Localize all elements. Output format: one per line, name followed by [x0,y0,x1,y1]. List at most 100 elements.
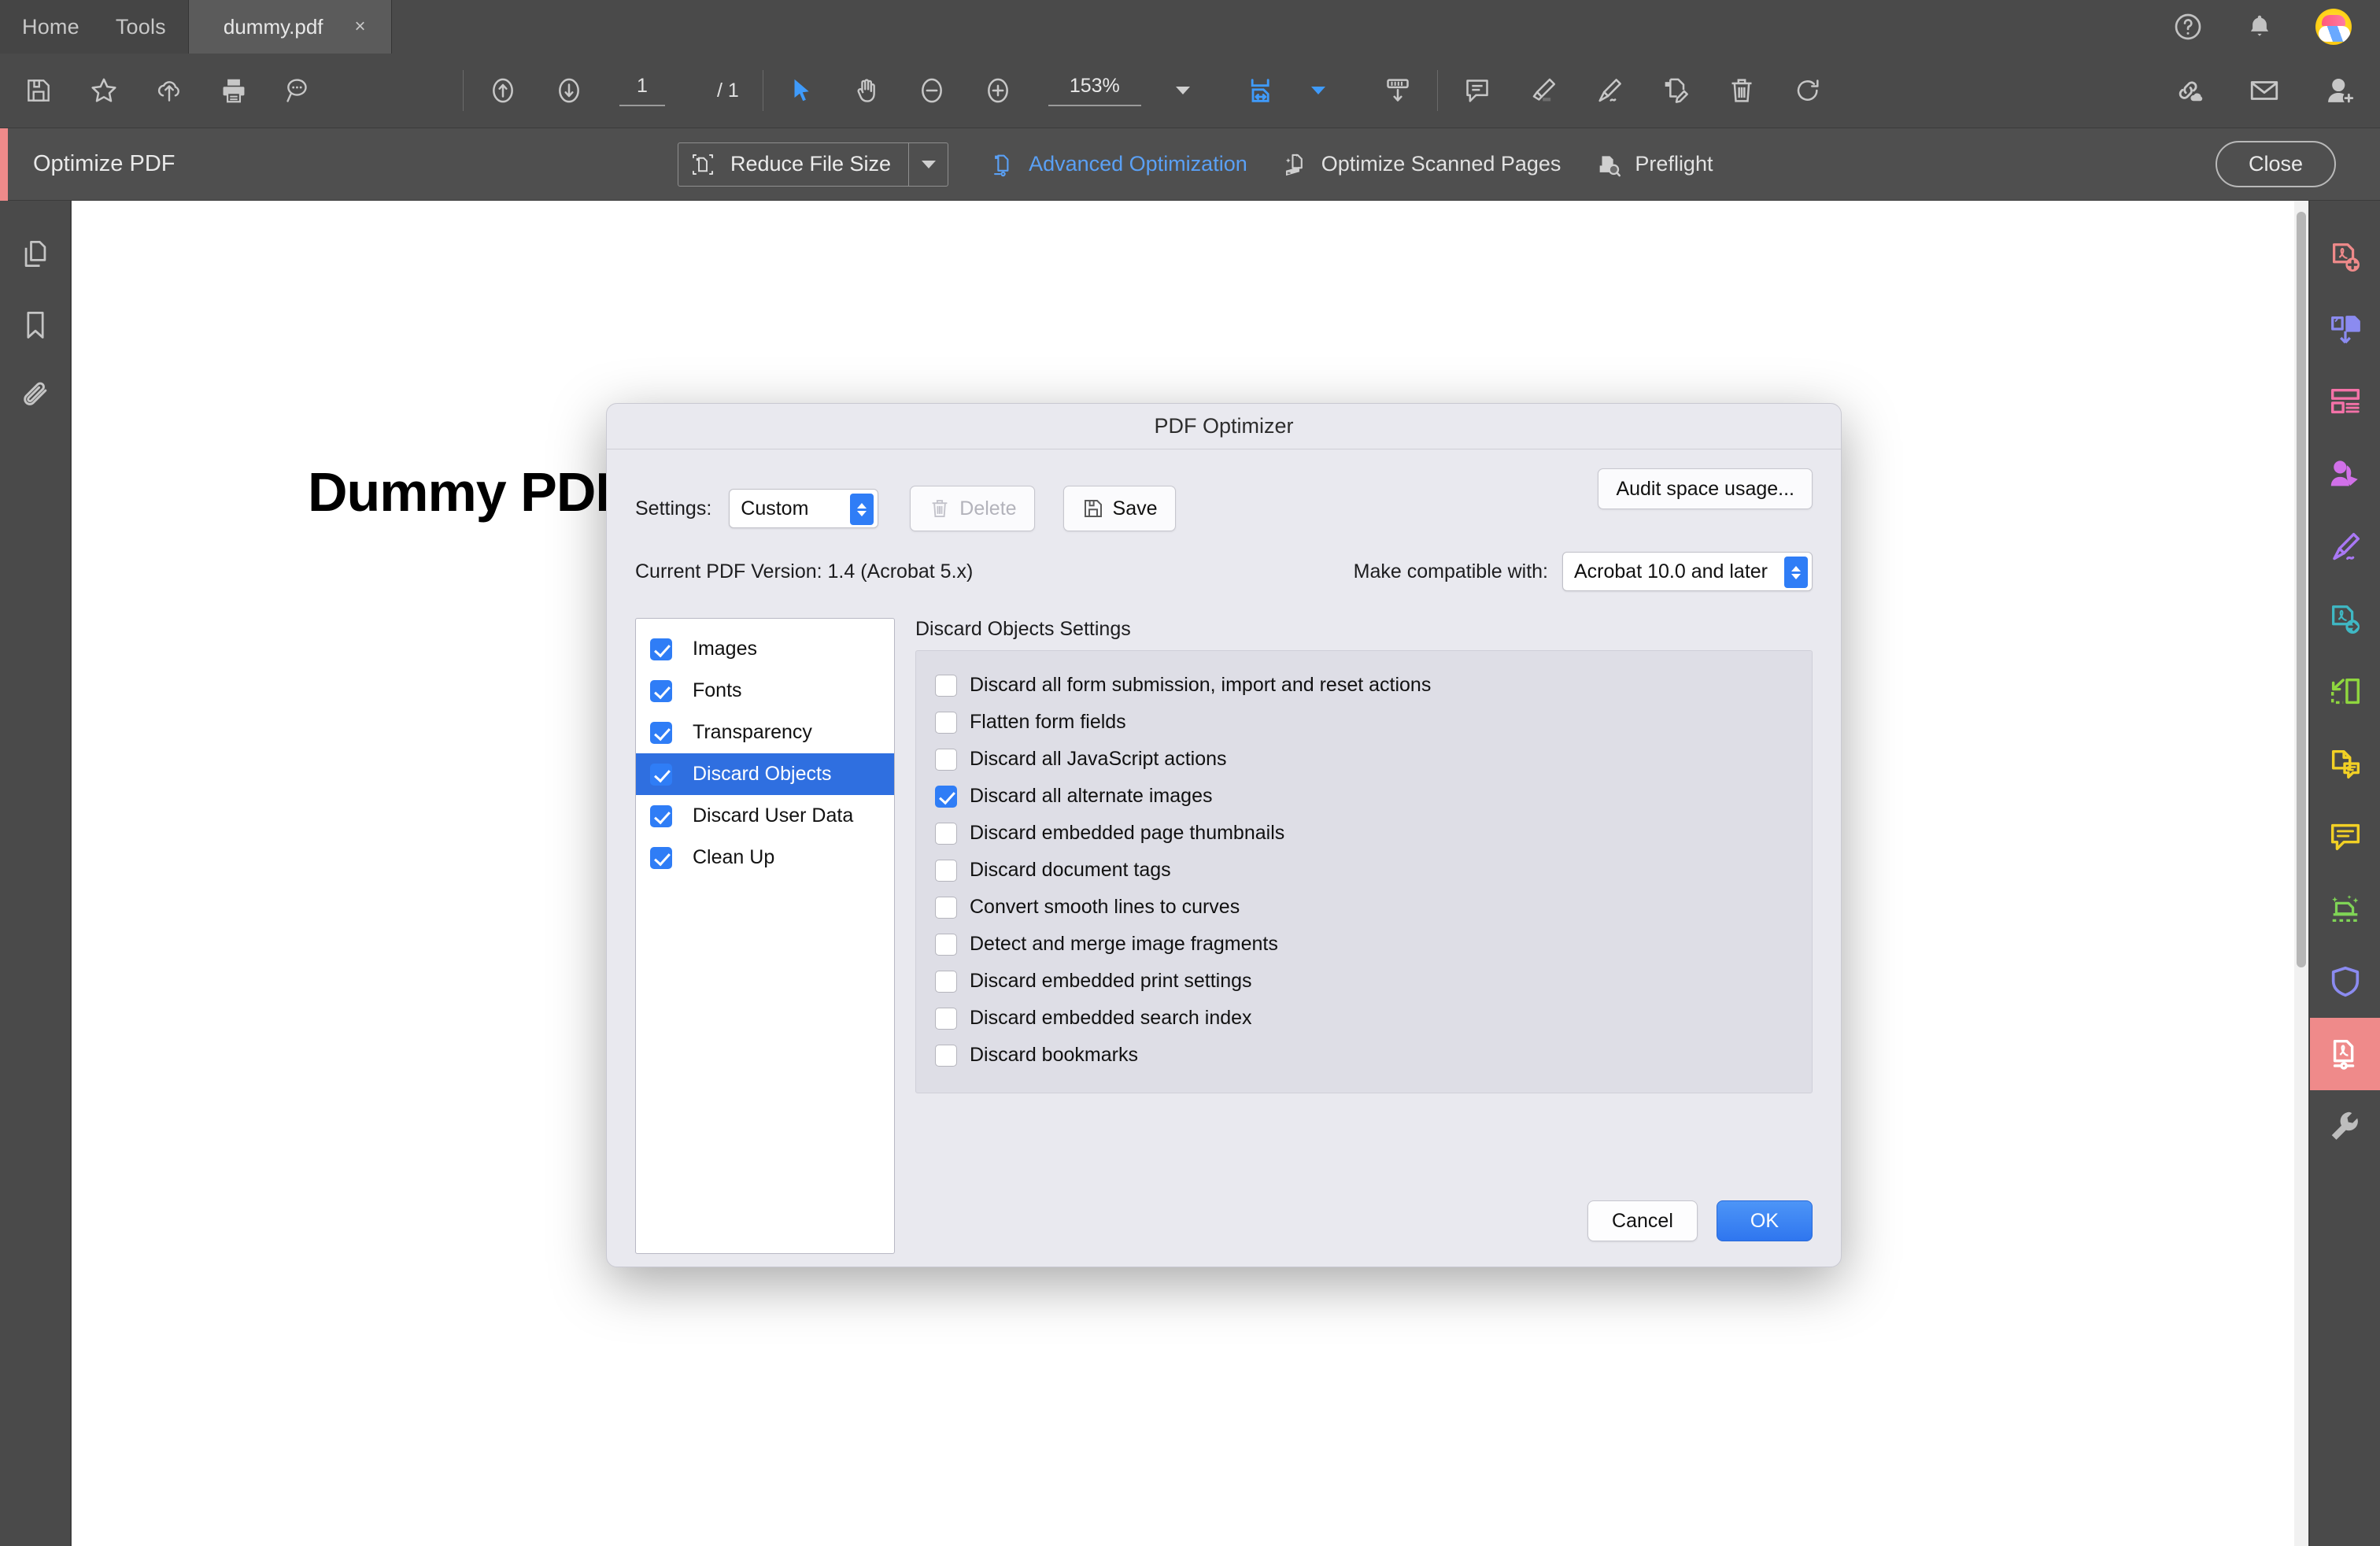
settings-preset-stepper-icon[interactable] [850,494,874,525]
category-checkbox[interactable] [650,679,672,702]
fit-options-chevron-down-icon[interactable] [1310,87,1325,94]
list-item[interactable]: Discard User Data [636,795,894,837]
close-button[interactable]: Close [2215,141,2336,187]
attachments-paperclip-icon[interactable] [18,379,53,413]
ok-button[interactable]: OK [1716,1200,1813,1241]
add-comment-icon[interactable] [1462,75,1493,106]
save-preset-button[interactable]: Save [1062,486,1176,531]
option-row[interactable]: Discard bookmarks [935,1037,1793,1074]
edit-pdf-icon[interactable] [1660,75,1691,106]
option-row[interactable]: Discard all alternate images [935,778,1793,815]
option-row[interactable]: Flatten form fields [935,704,1793,741]
category-checkbox[interactable] [650,638,672,660]
delete-preset-button[interactable]: Delete [910,486,1035,531]
option-checkbox[interactable] [935,748,957,771]
email-envelope-icon[interactable] [2248,74,2281,107]
scrollbar-thumb[interactable] [2297,212,2306,967]
optimize-pdf-icon[interactable] [2309,1018,2380,1090]
option-row[interactable]: Discard all JavaScript actions [935,741,1793,778]
settings-preset-select[interactable]: Custom [729,489,879,528]
bookmarks-icon[interactable] [18,308,53,342]
hand-pan-icon[interactable] [852,76,881,105]
create-pdf-icon[interactable] [2310,221,2380,294]
zoom-out-minus-icon[interactable] [916,75,948,106]
fill-and-sign-icon[interactable] [2310,511,2380,583]
page-number-input[interactable]: 1 [619,75,665,106]
compatibility-select[interactable]: Acrobat 10.0 and later [1562,552,1813,591]
preflight-button[interactable]: Preflight [1595,151,1713,178]
nav-home[interactable]: Home [22,15,79,39]
option-checkbox[interactable] [935,822,957,845]
optimizer-category-list[interactable]: Images Fonts Transparency Discard Object… [635,618,895,1254]
option-checkbox[interactable] [935,970,957,993]
list-item[interactable]: Clean Up [636,837,894,878]
reduce-file-size-chevron-down-icon[interactable] [908,142,948,186]
print-icon[interactable] [219,76,249,105]
rotate-clockwise-icon[interactable] [1792,75,1824,106]
comment-icon[interactable] [2310,801,2380,873]
compare-files-icon[interactable] [2310,728,2380,801]
audit-space-usage-button[interactable]: Audit space usage... [1598,468,1813,509]
option-row[interactable]: Detect and merge image fragments [935,926,1793,963]
delete-trash-icon[interactable] [1726,75,1757,106]
next-page-arrow-down-icon[interactable] [553,75,585,106]
option-row[interactable]: Discard all form submission, import and … [935,667,1793,704]
upload-cloud-icon[interactable] [154,76,184,105]
option-checkbox[interactable] [935,1044,957,1067]
more-tools-wrench-icon[interactable] [2310,1090,2380,1163]
zoom-in-plus-icon[interactable] [982,75,1014,106]
cancel-button[interactable]: Cancel [1587,1200,1698,1241]
category-checkbox[interactable] [650,846,672,869]
share-link-cloud-icon[interactable] [2172,74,2205,107]
option-checkbox[interactable] [935,1007,957,1030]
highlight-marker-icon[interactable] [1528,75,1559,106]
list-item[interactable]: Transparency [636,712,894,753]
reduce-file-size-main[interactable]: Reduce File Size [678,143,908,186]
category-checkbox[interactable] [650,763,672,786]
list-item[interactable]: Fonts [636,670,894,712]
list-item-selected[interactable]: Discard Objects [636,753,894,795]
save-floppy-icon[interactable] [24,76,54,105]
nav-tools[interactable]: Tools [116,15,166,39]
option-checkbox[interactable] [935,785,957,808]
document-scrollbar[interactable] [2294,201,2308,1546]
fit-page-width-icon[interactable] [1245,75,1277,106]
option-row[interactable]: Convert smooth lines to curves [935,889,1793,926]
request-signatures-icon[interactable] [2310,438,2380,511]
reduce-file-size-button[interactable]: Reduce File Size [677,142,949,187]
option-checkbox[interactable] [935,933,957,956]
option-row[interactable]: Discard embedded search index [935,1000,1793,1037]
scroll-mode-icon[interactable] [1382,75,1414,106]
previous-page-arrow-up-icon[interactable] [487,75,519,106]
option-checkbox[interactable] [935,859,957,882]
protect-shield-icon[interactable] [2310,945,2380,1018]
option-row[interactable]: Discard embedded page thumbnails [935,815,1793,852]
search-magnifier-icon[interactable] [283,76,313,105]
combine-files-icon[interactable] [2310,294,2380,366]
crop-pages-icon[interactable] [2310,656,2380,728]
option-checkbox[interactable] [935,674,957,697]
chevron-down-icon[interactable] [1175,87,1190,94]
close-icon[interactable]: × [355,16,366,38]
add-to-favorites-star-icon[interactable] [88,75,120,106]
zoom-level-input[interactable]: 153% [1048,75,1141,106]
optimize-scanned-pages-button[interactable]: Optimize Scanned Pages [1282,151,1561,178]
page-thumbnails-icon[interactable] [18,237,53,272]
list-item[interactable]: Images [636,628,894,670]
avatar[interactable] [2315,9,2352,45]
category-checkbox[interactable] [650,721,672,744]
help-circle-icon[interactable] [2172,11,2204,43]
organize-pages-icon[interactable] [2310,366,2380,438]
enhance-scans-icon[interactable] [2310,873,2380,945]
document-tab[interactable]: dummy.pdf × [188,0,392,54]
option-row[interactable]: Discard embedded print settings [935,963,1793,1000]
option-checkbox[interactable] [935,711,957,734]
advanced-optimization-button[interactable]: Advanced Optimization [989,151,1247,178]
notification-bell-icon[interactable] [2245,12,2275,42]
category-checkbox[interactable] [650,804,672,827]
option-row[interactable]: Discard document tags [935,852,1793,889]
compatibility-stepper-icon[interactable] [1784,557,1808,588]
fill-and-sign-icon[interactable] [1594,75,1625,106]
option-checkbox[interactable] [935,896,957,919]
select-cursor-icon[interactable] [787,76,817,105]
